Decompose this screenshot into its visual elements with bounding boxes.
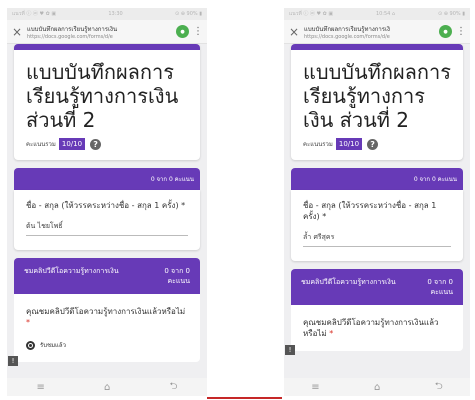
nav-home-icon[interactable]: ⌂	[104, 382, 110, 393]
help-icon[interactable]: ?	[90, 138, 102, 150]
status-right: ⊙ ⊕ 90% ▮	[437, 11, 465, 17]
nav-home-icon[interactable]: ⌂	[374, 382, 380, 393]
question-name: ชื่อ - สกุล (ให้วรรคระหว่างชื่อ - สกุล 1…	[26, 201, 186, 210]
browser-url-bar: × แบบบันทึกผลการเรียนรู้ทางการเงิน https…	[7, 20, 207, 44]
section-header: ชมคลิปวีดีโอความรู้ทางการเงิน 0 จาก 0 คะ…	[14, 258, 200, 294]
android-nav-bar: ≡ ⌂ ⮌	[284, 378, 470, 396]
nav-menu-icon[interactable]: ≡	[37, 382, 45, 393]
question-video-text: คุณชมคลิปวีดีโอความรู้ทางการเงินแล้วหรือ…	[26, 307, 186, 316]
url: https://docs.google.com/forms/d/e	[27, 33, 113, 40]
section-header: ชมคลิปวีดีโอความรู้ทางการเงิน 0 จาก 0 คะ…	[291, 269, 463, 305]
account-avatar[interactable]: ●	[439, 25, 452, 38]
status-bar: แนวที่ ⓘ ⓦ ♥ ✿ ▣ 10:54 ⌂ ⊙ ⊕ 90% ▮	[284, 8, 470, 20]
status-bar: แนวที่ ⓘ ⓦ ♥ ✿ ▣ 13:30 ⊙ ⊕ 90% ▮	[7, 8, 207, 20]
required-mark: *	[329, 329, 334, 338]
video-question-card: คุณชมคลิปวีดีโอความรู้ทางการเงินแล้วหรือ…	[8, 294, 200, 366]
score-badge: 10/10	[58, 138, 86, 150]
feedback-icon[interactable]: !	[285, 345, 295, 355]
question-name: ชื่อ - สกุล (ให้วรรคระหว่างชื่อ - สกุล 1…	[303, 201, 437, 221]
video-question-card: คุณชมคลิปวีดีโอความรู้ทางการเงินแล้วหรือ…	[285, 305, 463, 355]
status-left: แนวที่ ⓘ ⓦ ♥ ✿ ▣	[12, 11, 57, 17]
section-title: ชมคลิปวีดีโอความรู้ทางการเงิน	[301, 278, 396, 286]
close-icon[interactable]: ×	[288, 25, 300, 39]
question-video: คุณชมคลิปวีดีโอความรู้ทางการเงินแล้วหรือ…	[26, 306, 188, 328]
screenshot-canvas: แนวที่ ⓘ ⓦ ♥ ✿ ▣ 13:30 ⊙ ⊕ 90% ▮ × แบบบั…	[0, 0, 475, 400]
score-label: คะแนนรวม	[303, 141, 333, 148]
score-row: คะแนนรวม 10/10 ?	[26, 138, 188, 150]
more-menu-icon[interactable]: ⋮	[193, 26, 203, 37]
form-title-card: แบบบันทึกผลการเรียนรู้ทางการเงิน ส่วนที่…	[14, 44, 200, 160]
account-avatar[interactable]: ●	[176, 25, 189, 38]
android-nav-bar: ≡ ⌂ ⮌	[7, 378, 207, 396]
help-icon[interactable]: ?	[367, 138, 379, 150]
points-header: 0 จาก 0 คะแนน	[291, 168, 463, 190]
score-badge: 10/10	[335, 138, 363, 150]
phone-screenshot-right: แนวที่ ⓘ ⓦ ♥ ✿ ▣ 10:54 ⌂ ⊙ ⊕ 90% ▮ × แบบ…	[284, 8, 470, 396]
phone-screenshot-left: แนวที่ ⓘ ⓦ ♥ ✿ ▣ 13:30 ⊙ ⊕ 90% ▮ × แบบบั…	[7, 8, 207, 396]
name-question-card: ชื่อ - สกุล (ให้วรรคระหว่างชื่อ - สกุล 1…	[14, 190, 200, 250]
question-video: คุณชมคลิปวีดีโอความรู้ทางการเงินแล้วหรือ…	[303, 317, 451, 339]
form-title-card: แบบบันทึกผลการเรียนรู้ทางการเงิน ส่วนที่…	[291, 44, 463, 160]
form-content: แบบบันทึกผลการเรียนรู้ทางการเงิน ส่วนที่…	[284, 44, 470, 378]
score-label: คะแนนรวม	[26, 141, 56, 148]
answer-name: ล้ำ ศรีสุคร	[303, 232, 451, 247]
more-menu-icon[interactable]: ⋮	[456, 26, 466, 37]
status-left: แนวที่ ⓘ ⓦ ♥ ✿ ▣	[289, 11, 334, 17]
form-title: แบบบันทึกผลการเรียนรู้ทางการเงิน ส่วนที่…	[26, 60, 179, 132]
status-time: 10:54 ⌂	[375, 11, 396, 17]
points-header: 0 จาก 0 คะแนน	[14, 168, 200, 190]
section-title: ชมคลิปวีดีโอความรู้ทางการเงิน	[24, 267, 119, 275]
divider-line	[207, 397, 282, 399]
radio-option[interactable]: รับชมแล้ว	[26, 340, 188, 350]
browser-url-bar: × แบบบันทึกผลการเรียนรู้ทางการเงิ https:…	[284, 20, 470, 44]
radio-selected-icon[interactable]	[26, 340, 35, 350]
question-video-text: คุณชมคลิปวีดีโอความรู้ทางการเงินแล้วหรือ…	[303, 318, 439, 338]
url-text[interactable]: แบบบันทึกผลการเรียนรู้ทางการเงิน https:/…	[27, 24, 172, 40]
status-right: ⊙ ⊕ 90% ▮	[174, 11, 202, 17]
status-time: 13:30	[108, 11, 123, 17]
form-title: แบบบันทึกผลการเรียนรู้ทางการเงิน ส่วนที่…	[303, 60, 451, 132]
close-icon[interactable]: ×	[11, 25, 23, 39]
nav-back-icon[interactable]: ⮌	[169, 379, 177, 396]
url: https://docs.google.com/forms/d/e	[304, 33, 390, 40]
name-question-card: ชื่อ - สกุล (ให้วรรคระหว่างชื่อ - สกุล 1…	[291, 190, 463, 261]
answer-name: ต้น ไชยโพธิ์	[26, 221, 188, 236]
radio-label: รับชมแล้ว	[40, 342, 66, 349]
nav-back-icon[interactable]: ⮌	[435, 379, 443, 396]
nav-menu-icon[interactable]: ≡	[311, 382, 319, 393]
tab-title: แบบบันทึกผลการเรียนรู้ทางการเงิน	[27, 25, 118, 33]
feedback-icon[interactable]: !	[8, 356, 18, 366]
section-points: 0 จาก 0 คะแนน	[427, 278, 453, 296]
score-row: คะแนนรวม 10/10 ?	[303, 138, 451, 150]
form-content: แบบบันทึกผลการเรียนรู้ทางการเงิน ส่วนที่…	[7, 44, 207, 378]
required-mark: *	[26, 318, 30, 327]
tab-title: แบบบันทึกผลการเรียนรู้ทางการเงิ	[304, 25, 390, 33]
url-text[interactable]: แบบบันทึกผลการเรียนรู้ทางการเงิ https://…	[304, 24, 435, 40]
section-points: 0 จาก 0 คะแนน	[164, 267, 190, 285]
